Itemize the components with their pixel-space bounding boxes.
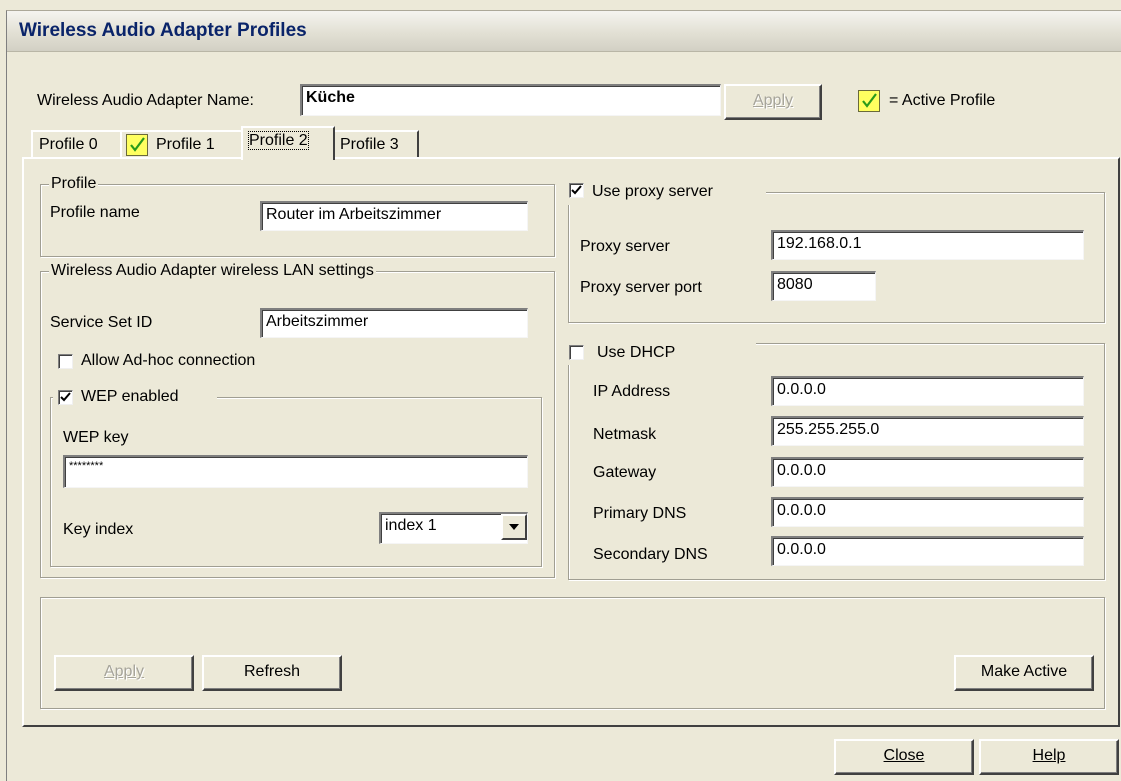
profile-name-input[interactable]: Router im Arbeitszimmer <box>260 201 528 231</box>
use-dhcp-label: Use DHCP <box>597 344 676 361</box>
key-index-select[interactable]: index 1 <box>379 512 528 544</box>
title-bar[interactable]: Wireless Audio Adapter Profiles <box>7 11 1121 52</box>
use-proxy-checkbox[interactable] <box>569 183 584 198</box>
adhoc-checkbox[interactable] <box>58 354 73 369</box>
primary-dns-label: Primary DNS <box>593 505 687 522</box>
primary-dns-input[interactable]: 0.0.0.0 <box>771 497 1084 527</box>
apply-button-label: Apply <box>103 663 145 680</box>
use-proxy-label: Use proxy server <box>592 183 713 200</box>
ssid-input[interactable]: Arbeitszimmer <box>260 308 528 338</box>
adapter-name-input[interactable]: Küche <box>300 84 721 116</box>
wep-checkbox[interactable] <box>58 390 73 405</box>
refresh-button[interactable]: Refresh <box>202 655 342 691</box>
active-profile-legend: = Active Profile <box>889 92 996 109</box>
proxy-port-label: Proxy server port <box>580 279 702 296</box>
key-index-label: Key index <box>63 521 134 538</box>
key-index-value: index 1 <box>385 517 437 534</box>
gateway-input[interactable]: 0.0.0.0 <box>771 457 1084 487</box>
tab-profile-1[interactable]: Profile 1 <box>120 130 244 160</box>
wep-key-input[interactable]: ******** <box>63 455 528 488</box>
wep-key-label: WEP key <box>63 429 129 446</box>
adapter-name-label: Wireless Audio Adapter Name: <box>37 92 254 109</box>
make-active-button-label: Make Active <box>980 663 1068 680</box>
ssid-label: Service Set ID <box>50 314 153 331</box>
tab-profile-0[interactable]: Profile 0 <box>31 130 123 160</box>
help-button-label: Help <box>1032 747 1066 764</box>
profile-name-label: Profile name <box>50 204 140 221</box>
key-index-dropdown-button[interactable] <box>501 514 527 540</box>
header-apply-label: Apply <box>752 92 794 109</box>
tab-profile-2[interactable]: Profile 2 <box>241 126 335 160</box>
tab-profile-3[interactable]: Profile 3 <box>332 130 419 160</box>
tab-profile-3-label: Profile 3 <box>340 136 399 153</box>
wep-label: WEP enabled <box>81 388 179 405</box>
adhoc-label: Allow Ad-hoc connection <box>81 352 256 369</box>
active-profile-legend-icon <box>858 90 880 112</box>
proxy-port-input[interactable]: 8080 <box>771 271 876 301</box>
proxy-server-label: Proxy server <box>580 238 670 255</box>
tab-profile-0-label: Profile 0 <box>39 136 98 153</box>
actions-group <box>40 597 1105 709</box>
wlan-group-title: Wireless Audio Adapter wireless LAN sett… <box>49 262 376 280</box>
secondary-dns-label: Secondary DNS <box>593 546 708 563</box>
refresh-button-label: Refresh <box>243 663 301 680</box>
profiles-window: Wireless Audio Adapter Profiles Wireless… <box>6 10 1121 781</box>
tab-profile-2-label: Profile 2 <box>248 131 309 150</box>
close-button-label: Close <box>883 747 925 764</box>
apply-button[interactable]: Apply <box>54 655 194 691</box>
window-title: Wireless Audio Adapter Profiles <box>19 20 307 41</box>
ip-address-input[interactable]: 0.0.0.0 <box>771 376 1084 406</box>
close-button[interactable]: Close <box>834 739 974 775</box>
tab-profile-1-label: Profile 1 <box>156 136 215 153</box>
ip-address-label: IP Address <box>593 383 671 400</box>
proxy-server-input[interactable]: 192.168.0.1 <box>771 230 1084 260</box>
active-profile-check-icon <box>126 134 148 156</box>
make-active-button[interactable]: Make Active <box>954 655 1094 691</box>
profile-group-title: Profile <box>49 175 99 193</box>
use-dhcp-checkbox[interactable] <box>569 345 584 360</box>
chevron-down-icon <box>509 524 519 530</box>
netmask-label: Netmask <box>593 426 657 443</box>
gateway-label: Gateway <box>593 464 657 481</box>
help-button[interactable]: Help <box>979 739 1119 775</box>
netmask-input[interactable]: 255.255.255.0 <box>771 416 1084 446</box>
header-apply-button[interactable]: Apply <box>724 84 822 120</box>
secondary-dns-input[interactable]: 0.0.0.0 <box>771 536 1084 566</box>
